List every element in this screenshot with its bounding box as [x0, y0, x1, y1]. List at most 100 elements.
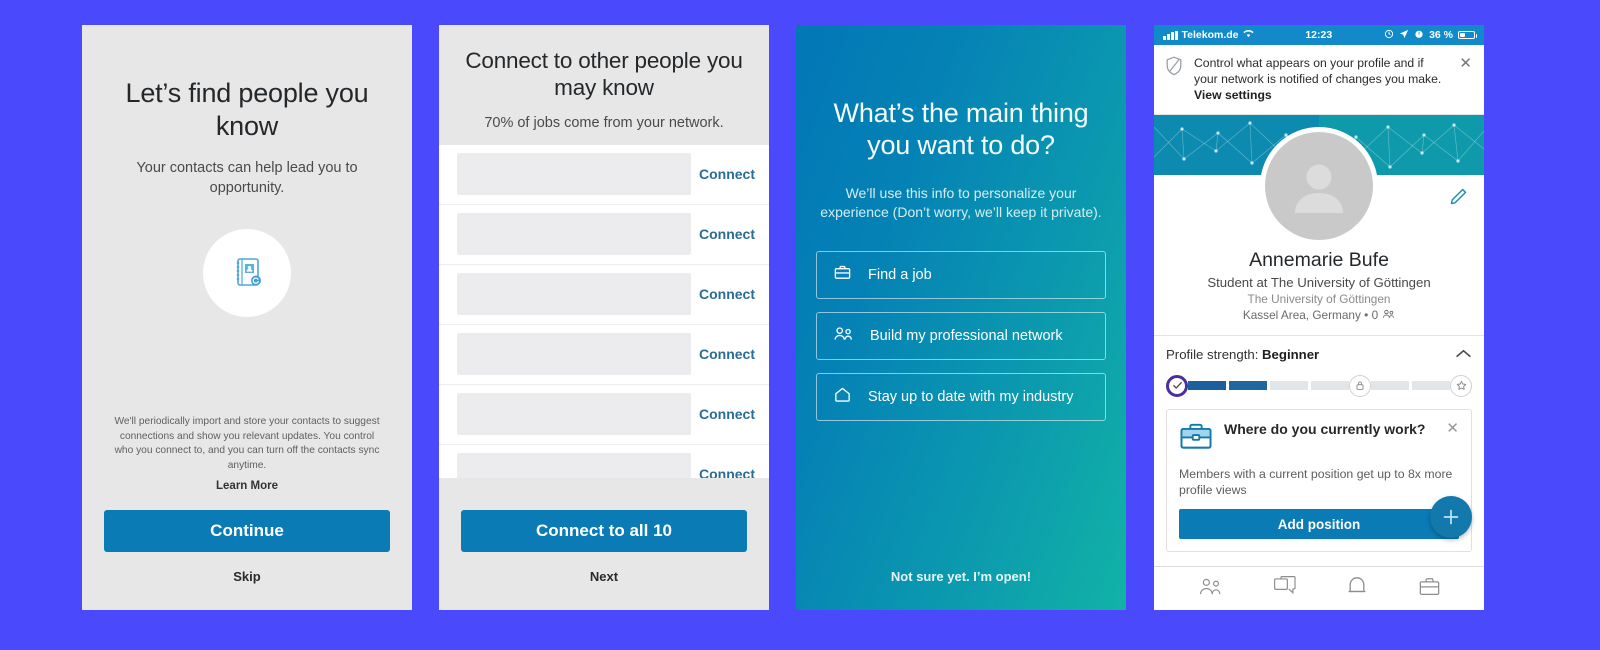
add-position-button[interactable]: Add position — [1179, 509, 1459, 540]
screenshot-stage: Let’s find people you know Your contacts… — [0, 0, 1600, 650]
option-build-network[interactable]: Build my professional network — [816, 311, 1106, 360]
profile-headline: Student at The University of Göttingen — [1207, 274, 1431, 290]
location-arrow-icon — [1399, 29, 1409, 42]
tab-jobs[interactable] — [1418, 576, 1441, 602]
phone-screen-find-people: Let’s find people you know Your contacts… — [82, 25, 412, 610]
wifi-icon — [1242, 29, 1254, 41]
skeleton-placeholder — [457, 153, 691, 196]
list-item[interactable]: Connect — [439, 385, 769, 445]
progress-segment-empty — [1311, 381, 1349, 391]
list-item[interactable]: Connect — [439, 445, 769, 478]
contacts-book-sync-icon — [203, 228, 291, 317]
page-subtitle: 70% of jobs come from your network. — [484, 114, 724, 131]
notice-body: Control what appears on your profile and… — [1194, 56, 1442, 87]
continue-button[interactable]: Continue — [104, 510, 390, 552]
skip-button[interactable]: Skip — [104, 569, 390, 584]
carrier-label: Telekom.de — [1181, 29, 1239, 41]
page-title: Connect to other people you may know — [465, 48, 743, 101]
progress-segment-filled — [1188, 381, 1226, 391]
list-item[interactable]: Connect — [439, 265, 769, 325]
card-body: Members with a current position get up t… — [1179, 466, 1453, 497]
connect-button[interactable]: Connect — [699, 166, 755, 182]
profile-company: The University of Göttingen — [1247, 291, 1391, 306]
tab-notifications[interactable] — [1346, 575, 1368, 602]
option-label: Stay up to date with my industry — [868, 388, 1074, 405]
option-stay-up-to-date[interactable]: Stay up to date with my industry — [816, 372, 1106, 421]
connect-button[interactable]: Connect — [699, 406, 755, 422]
goal-options: Find a job Build my professional network — [816, 250, 1106, 421]
people-icon — [833, 324, 854, 347]
profile-strength-label: Profile strength: Beginner — [1166, 347, 1455, 362]
strength-prefix: Profile strength: — [1166, 347, 1263, 363]
next-button[interactable]: Next — [461, 569, 747, 584]
tab-messaging[interactable] — [1273, 576, 1297, 601]
not-sure-button[interactable]: Not sure yet. I’m open! — [816, 569, 1106, 584]
notice-text: Control what appears on your profile and… — [1194, 55, 1449, 104]
list-item[interactable]: Connect — [439, 205, 769, 265]
learn-more-link[interactable]: Learn More — [104, 480, 390, 492]
list-item[interactable]: Connect — [439, 145, 769, 205]
signal-bars-icon — [1163, 30, 1178, 40]
connect-button[interactable]: Connect — [699, 346, 755, 362]
profile-strength-progress — [1166, 374, 1472, 398]
add-position-card: Where do you currently work? ✕ Members w… — [1166, 408, 1472, 553]
option-label: Find a job — [868, 266, 932, 283]
header: Connect to other people you may know 70%… — [439, 25, 769, 145]
lock-icon[interactable] — [1349, 374, 1371, 397]
skeleton-placeholder — [457, 393, 691, 436]
shield-icon — [1164, 55, 1184, 82]
alarm-clock-icon — [1414, 29, 1424, 42]
phone-screen-connect-people: Connect to other people you may know 70%… — [439, 25, 769, 610]
connect-button[interactable]: Connect — [699, 286, 755, 302]
card-title: Where do you currently work? — [1224, 420, 1426, 437]
briefcase-icon — [833, 263, 852, 286]
profile-location-label: Kassel Area, Germany • 0 — [1242, 308, 1379, 323]
profile-strength-section: Profile strength: Beginner — [1154, 334, 1484, 398]
option-label: Build my professional network — [870, 327, 1063, 344]
page-subtitle: Your contacts can help lead you to oppor… — [136, 160, 358, 196]
star-icon[interactable] — [1450, 374, 1472, 397]
profile-privacy-notice: Control what appears on your profile and… — [1154, 45, 1484, 115]
close-icon[interactable]: ✕ — [1446, 421, 1459, 436]
phone-screen-profile: Telekom.de 12:23 36 % Control what appea… — [1154, 25, 1484, 610]
footer: Connect to all 10 Next — [439, 478, 769, 610]
connect-to-all-button[interactable]: Connect to all 10 — [461, 510, 747, 552]
battery-icon — [1458, 30, 1477, 40]
progress-segment-empty — [1371, 381, 1409, 391]
tab-my-network[interactable] — [1197, 576, 1223, 601]
skeleton-placeholder — [457, 273, 691, 316]
clock: 12:23 — [1305, 29, 1333, 41]
page-subtitle: We’ll use this info to personalize your … — [820, 184, 1102, 221]
status-bar: Telekom.de 12:23 36 % — [1154, 25, 1484, 45]
battery-percent-label: 36 % — [1429, 29, 1453, 41]
skeleton-placeholder — [457, 213, 691, 256]
pencil-icon[interactable] — [1449, 187, 1468, 211]
profile-location: Kassel Area, Germany • 0 — [1154, 308, 1484, 323]
rotation-lock-icon — [1384, 29, 1394, 42]
progress-segment-empty — [1412, 381, 1450, 391]
view-settings-link[interactable]: View settings — [1194, 88, 1272, 102]
plus-icon[interactable] — [1430, 496, 1472, 538]
page-title: What’s the main thing you want to do? — [833, 98, 1089, 161]
skeleton-placeholder — [457, 333, 691, 376]
close-icon[interactable]: ✕ — [1459, 55, 1472, 71]
bottom-tab-bar — [1154, 566, 1484, 610]
suggested-connections-list[interactable]: Connect Connect Connect Connect Connect — [439, 144, 769, 478]
phone-screen-main-goal: What’s the main thing you want to do? We… — [796, 25, 1126, 610]
legal-text: We'll periodically import and store your… — [114, 415, 380, 472]
check-circle-icon[interactable] — [1166, 374, 1188, 397]
home-icon — [833, 385, 852, 408]
page-title: Let’s find people you know — [125, 78, 369, 142]
connect-button[interactable]: Connect — [699, 466, 755, 478]
skeleton-placeholder — [457, 453, 691, 478]
chevron-up-icon[interactable] — [1455, 346, 1472, 364]
progress-segment-empty — [1270, 381, 1308, 391]
people-icon — [1382, 308, 1395, 323]
avatar[interactable] — [1260, 126, 1378, 245]
connect-button[interactable]: Connect — [699, 226, 755, 242]
option-find-a-job[interactable]: Find a job — [816, 250, 1106, 299]
strength-level: Beginner — [1262, 347, 1320, 363]
list-item[interactable]: Connect — [439, 325, 769, 385]
progress-segment-filled — [1229, 381, 1267, 391]
briefcase-icon — [1179, 421, 1213, 456]
